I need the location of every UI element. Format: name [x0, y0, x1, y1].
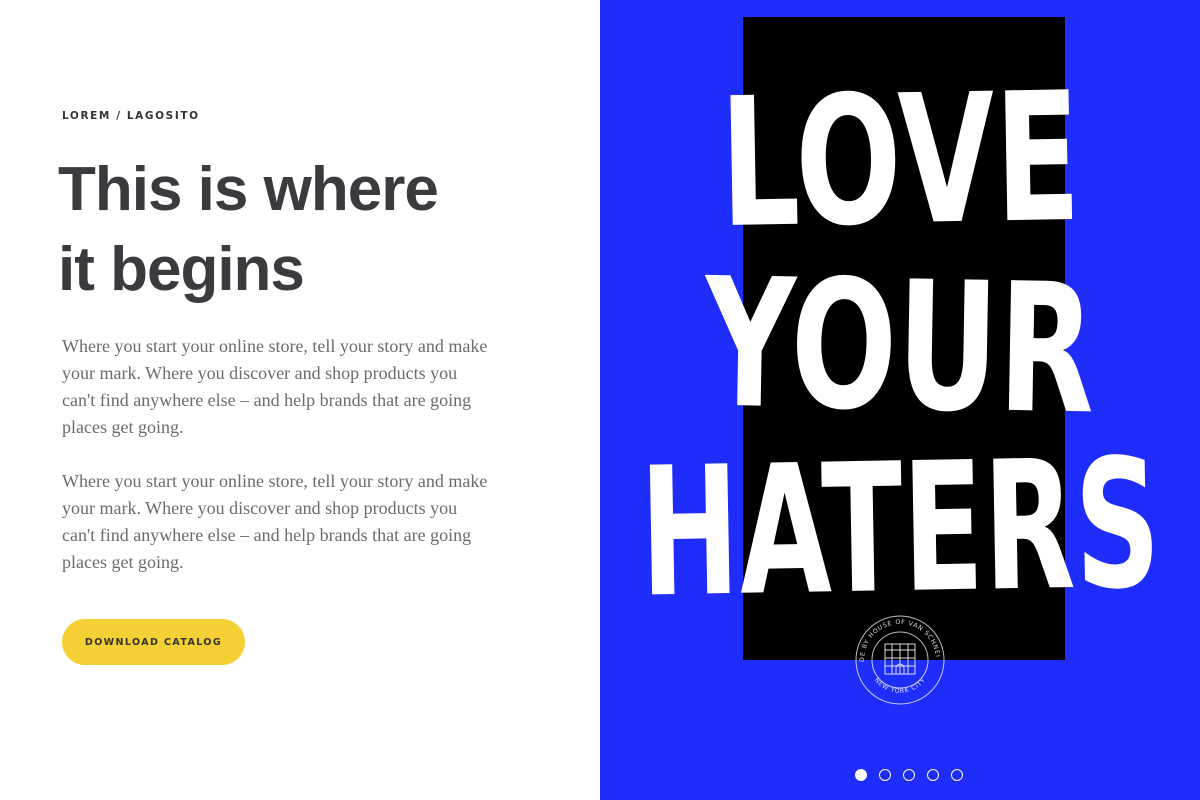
- seal-icon: MADE BY HOUSE OF VAN SCHNEIDER NEW YORK …: [849, 607, 945, 705]
- poster-line-1: LOVE: [718, 54, 1082, 267]
- page-title: This is where it begins: [58, 150, 538, 310]
- carousel-dot-1[interactable]: [855, 769, 867, 781]
- carousel-dot-2[interactable]: [879, 769, 891, 781]
- page: LOREM / LAGOSITO This is where it begins…: [0, 0, 1200, 800]
- svg-text:NEW YORK CITY: NEW YORK CITY: [873, 677, 928, 695]
- poster-line-2: YOUR: [702, 240, 1097, 454]
- house-seal-logo: MADE BY HOUSE OF VAN SCHNEIDER NEW YORK …: [849, 607, 948, 708]
- intro-paragraph-2: Where you start your online store, tell …: [62, 471, 488, 572]
- page-title-line-1: This is where: [58, 155, 439, 224]
- intro-paragraph-1: Where you start your online store, tell …: [62, 336, 488, 437]
- poster-line-3: HATERS: [638, 420, 1162, 636]
- carousel-pagination: [855, 769, 963, 781]
- intro-panel: LOREM / LAGOSITO This is where it begins…: [0, 0, 600, 800]
- breadcrumb: LOREM / LAGOSITO: [62, 110, 200, 122]
- poster-panel: LOVE YOUR HATERS DE BY HOUSE OF VAN SCHN…: [600, 0, 1200, 800]
- download-catalog-button[interactable]: DOWNLOAD CATALOG: [62, 619, 245, 665]
- carousel-dot-5[interactable]: [951, 769, 963, 781]
- page-title-line-2: it begins: [58, 235, 305, 304]
- carousel-dot-4[interactable]: [927, 769, 939, 781]
- seal-bottom-text: NEW YORK CITY: [873, 677, 927, 695]
- carousel-dot-3[interactable]: [903, 769, 915, 781]
